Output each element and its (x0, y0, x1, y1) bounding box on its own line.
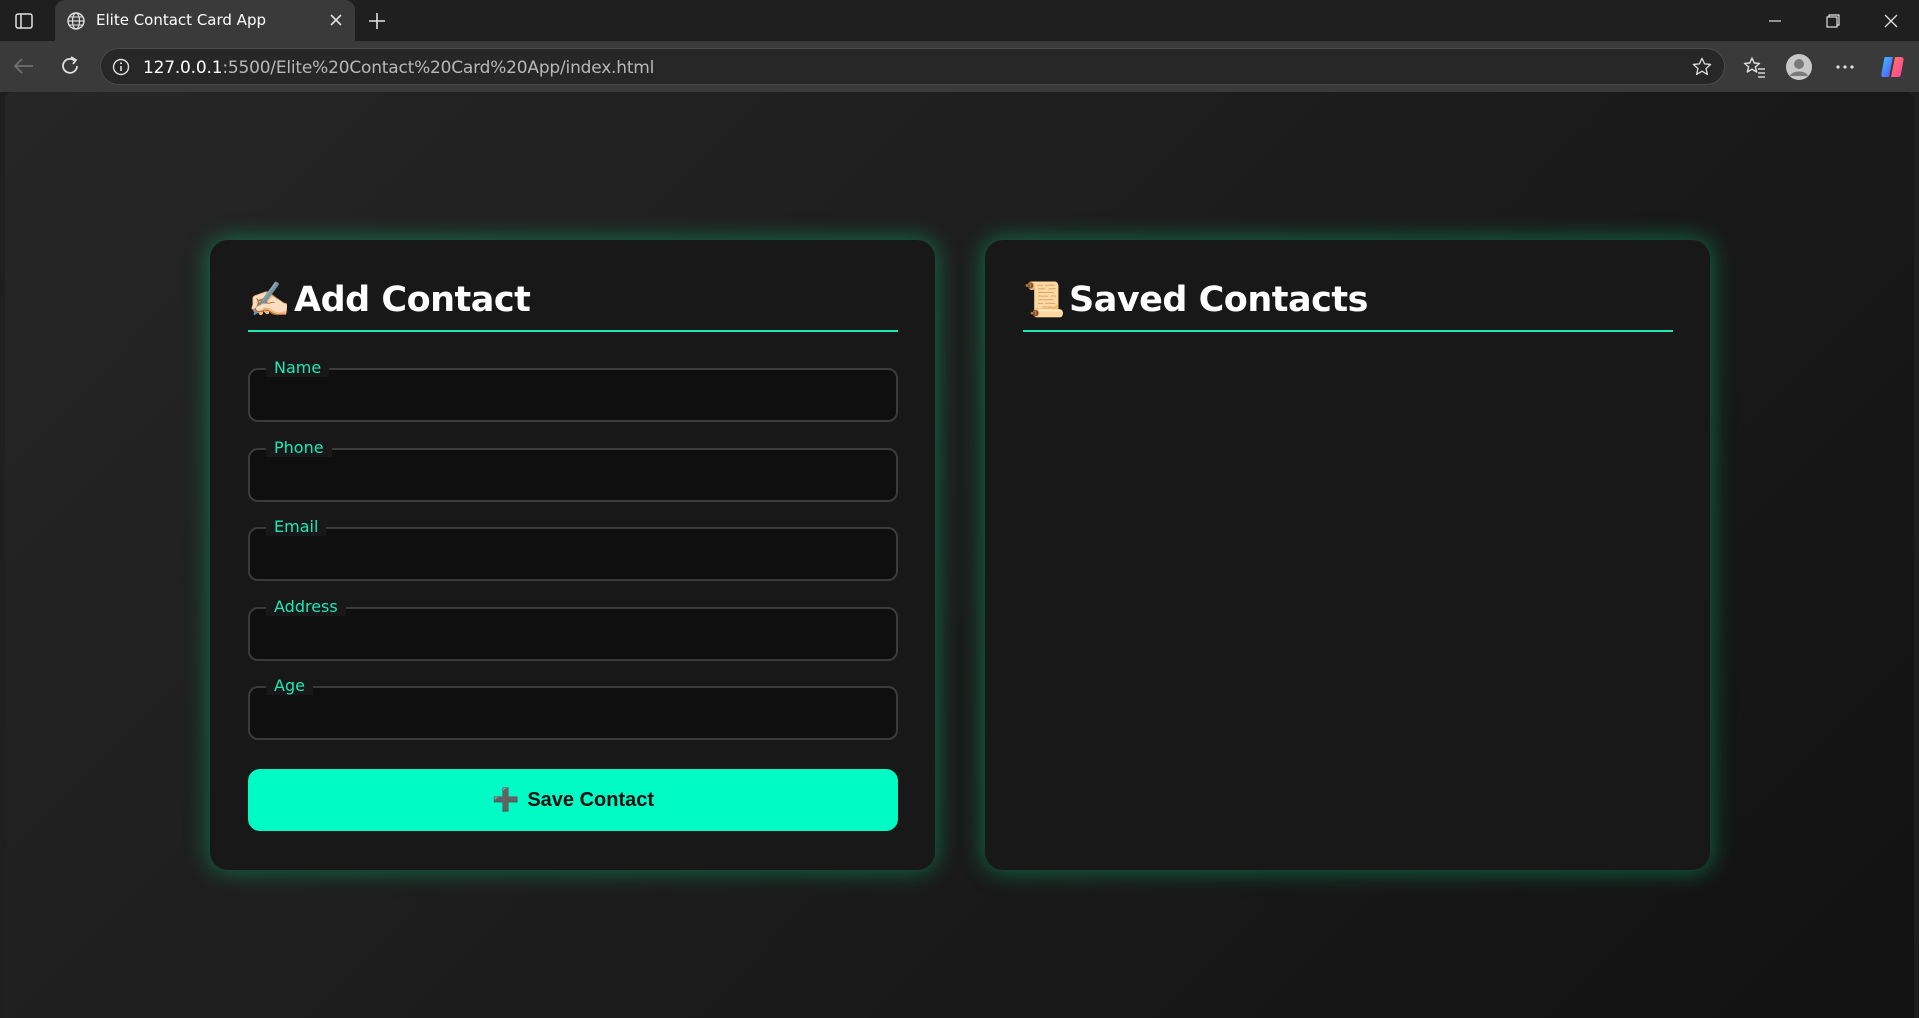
writing-hand-icon: ✍🏻 (248, 281, 291, 319)
add-contact-card: ✍🏻 Add Contact Name Phone Email Address … (210, 240, 935, 870)
refresh-icon[interactable] (55, 51, 85, 81)
url-text: 127.0.0.1:5500/Elite%20Contact%20Card%20… (143, 58, 655, 78)
close-tab-icon[interactable] (325, 9, 347, 31)
address-input[interactable] (250, 609, 896, 659)
close-window-icon[interactable] (1876, 8, 1906, 34)
saved-contacts-title: Saved Contacts (1069, 280, 1368, 320)
page-viewport: ✍🏻 Add Contact Name Phone Email Address … (5, 92, 1914, 1018)
saved-contacts-card: 📜 Saved Contacts (985, 240, 1710, 870)
add-contact-title: Add Contact (294, 280, 531, 320)
plus-icon: ➕ (491, 787, 520, 812)
copilot-icon[interactable] (1877, 51, 1909, 83)
phone-field: Phone (248, 439, 898, 502)
add-contact-heading: ✍🏻 Add Contact (248, 280, 898, 332)
minimize-icon[interactable] (1760, 8, 1790, 34)
email-field-label: Email (266, 518, 327, 536)
new-tab-icon[interactable] (364, 8, 390, 34)
back-arrow-icon[interactable] (9, 51, 39, 81)
restore-icon[interactable] (1818, 8, 1848, 34)
favorite-star-icon[interactable] (1690, 55, 1714, 79)
age-field-label: Age (266, 677, 313, 695)
browser-toolbar: 127.0.0.1:5500/Elite%20Contact%20Card%20… (0, 41, 1919, 92)
save-contact-label: Save Contact (527, 788, 655, 811)
age-input[interactable] (250, 688, 896, 738)
address-field: Address (248, 598, 898, 661)
address-field-label: Address (266, 598, 346, 616)
profile-avatar-icon[interactable] (1783, 51, 1815, 83)
address-bar[interactable]: 127.0.0.1:5500/Elite%20Contact%20Card%20… (100, 48, 1725, 85)
age-field: Age (248, 677, 898, 740)
save-contact-button[interactable]: ➕ Save Contact (248, 769, 898, 831)
email-input[interactable] (250, 529, 896, 579)
globe-icon (65, 10, 87, 32)
scroll-icon: 📜 (1023, 281, 1066, 319)
name-field: Name (248, 359, 898, 422)
saved-contacts-list (1023, 350, 1673, 830)
saved-contacts-heading: 📜 Saved Contacts (1023, 280, 1673, 332)
name-field-label: Name (266, 359, 330, 377)
phone-field-label: Phone (266, 439, 332, 457)
site-info-icon[interactable] (111, 57, 131, 77)
browser-tab-active[interactable]: Elite Contact Card App (55, 0, 355, 41)
more-options-icon[interactable] (1829, 51, 1861, 83)
name-input[interactable] (250, 370, 896, 420)
browser-tab-strip: Elite Contact Card App (0, 0, 1919, 41)
email-field: Email (248, 518, 898, 581)
favorites-icon[interactable] (1739, 51, 1771, 83)
tab-actions-icon[interactable] (10, 8, 38, 34)
tab-title: Elite Contact Card App (96, 11, 266, 29)
phone-input[interactable] (250, 450, 896, 500)
